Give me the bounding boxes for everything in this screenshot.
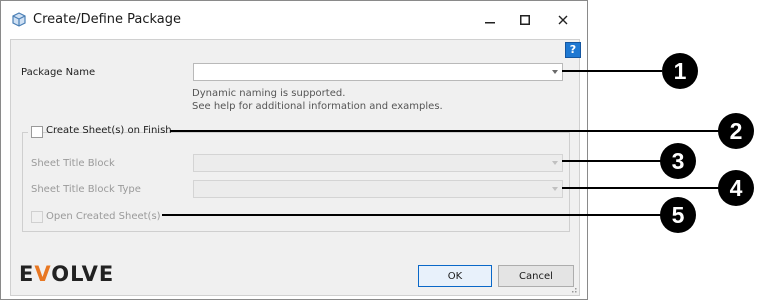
open-created-sheets-checkbox[interactable] (31, 211, 43, 223)
callout-line-5 (162, 214, 662, 216)
open-created-sheets-option[interactable]: Open Created Sheet(s) (30, 210, 170, 224)
create-sheets-label: Create Sheet(s) on Finish (46, 125, 172, 136)
ok-button[interactable]: OK (418, 265, 492, 287)
dynamic-naming-hint: Dynamic naming is supported. (192, 88, 346, 99)
callout-line-4 (562, 187, 720, 189)
maximize-button[interactable] (508, 5, 542, 35)
help-hint: See help for additional information and … (192, 101, 443, 112)
create-sheets-option[interactable]: Create Sheet(s) on Finish (28, 125, 172, 139)
dropdown-arrow-icon[interactable] (552, 161, 558, 165)
callout-badge-2: 2 (718, 113, 754, 149)
help-button[interactable]: ? (565, 42, 581, 58)
dialog-body: ? Package Name Dynamic naming is support… (10, 39, 581, 296)
minimize-button[interactable] (473, 5, 507, 35)
package-name-label: Package Name (21, 67, 96, 78)
create-sheets-checkbox[interactable] (31, 126, 43, 138)
callout-line-2 (170, 130, 720, 132)
close-button[interactable] (546, 5, 580, 35)
resize-grip-icon[interactable] (569, 285, 577, 293)
window-title: Create/Define Package (33, 12, 182, 27)
package-name-combobox[interactable] (193, 63, 563, 81)
cancel-button[interactable]: Cancel (498, 265, 574, 287)
dialog-window: Create/Define Package ? Package Name Dyn… (0, 0, 588, 300)
sheet-title-block-type-combobox[interactable] (193, 180, 563, 198)
sheet-title-block-combobox[interactable] (193, 154, 563, 172)
callout-line-1 (562, 70, 662, 72)
callout-badge-1: 1 (662, 53, 698, 89)
title-bar: Create/Define Package (1, 1, 587, 39)
minimize-icon (485, 22, 495, 24)
callout-line-3 (562, 160, 662, 162)
dropdown-arrow-icon[interactable] (552, 70, 558, 74)
close-icon (558, 15, 568, 25)
package-app-icon (12, 12, 26, 27)
callout-badge-5: 5 (660, 197, 696, 233)
callout-badge-3: 3 (660, 143, 696, 179)
open-created-sheets-label: Open Created Sheet(s) (46, 211, 161, 222)
evolve-logo: EVOLVE (19, 262, 115, 286)
sheet-title-block-label: Sheet Title Block (31, 158, 115, 169)
dropdown-arrow-icon[interactable] (552, 187, 558, 191)
maximize-icon (520, 15, 530, 25)
callout-badge-4: 4 (718, 170, 754, 206)
sheet-title-block-type-label: Sheet Title Block Type (31, 184, 141, 195)
